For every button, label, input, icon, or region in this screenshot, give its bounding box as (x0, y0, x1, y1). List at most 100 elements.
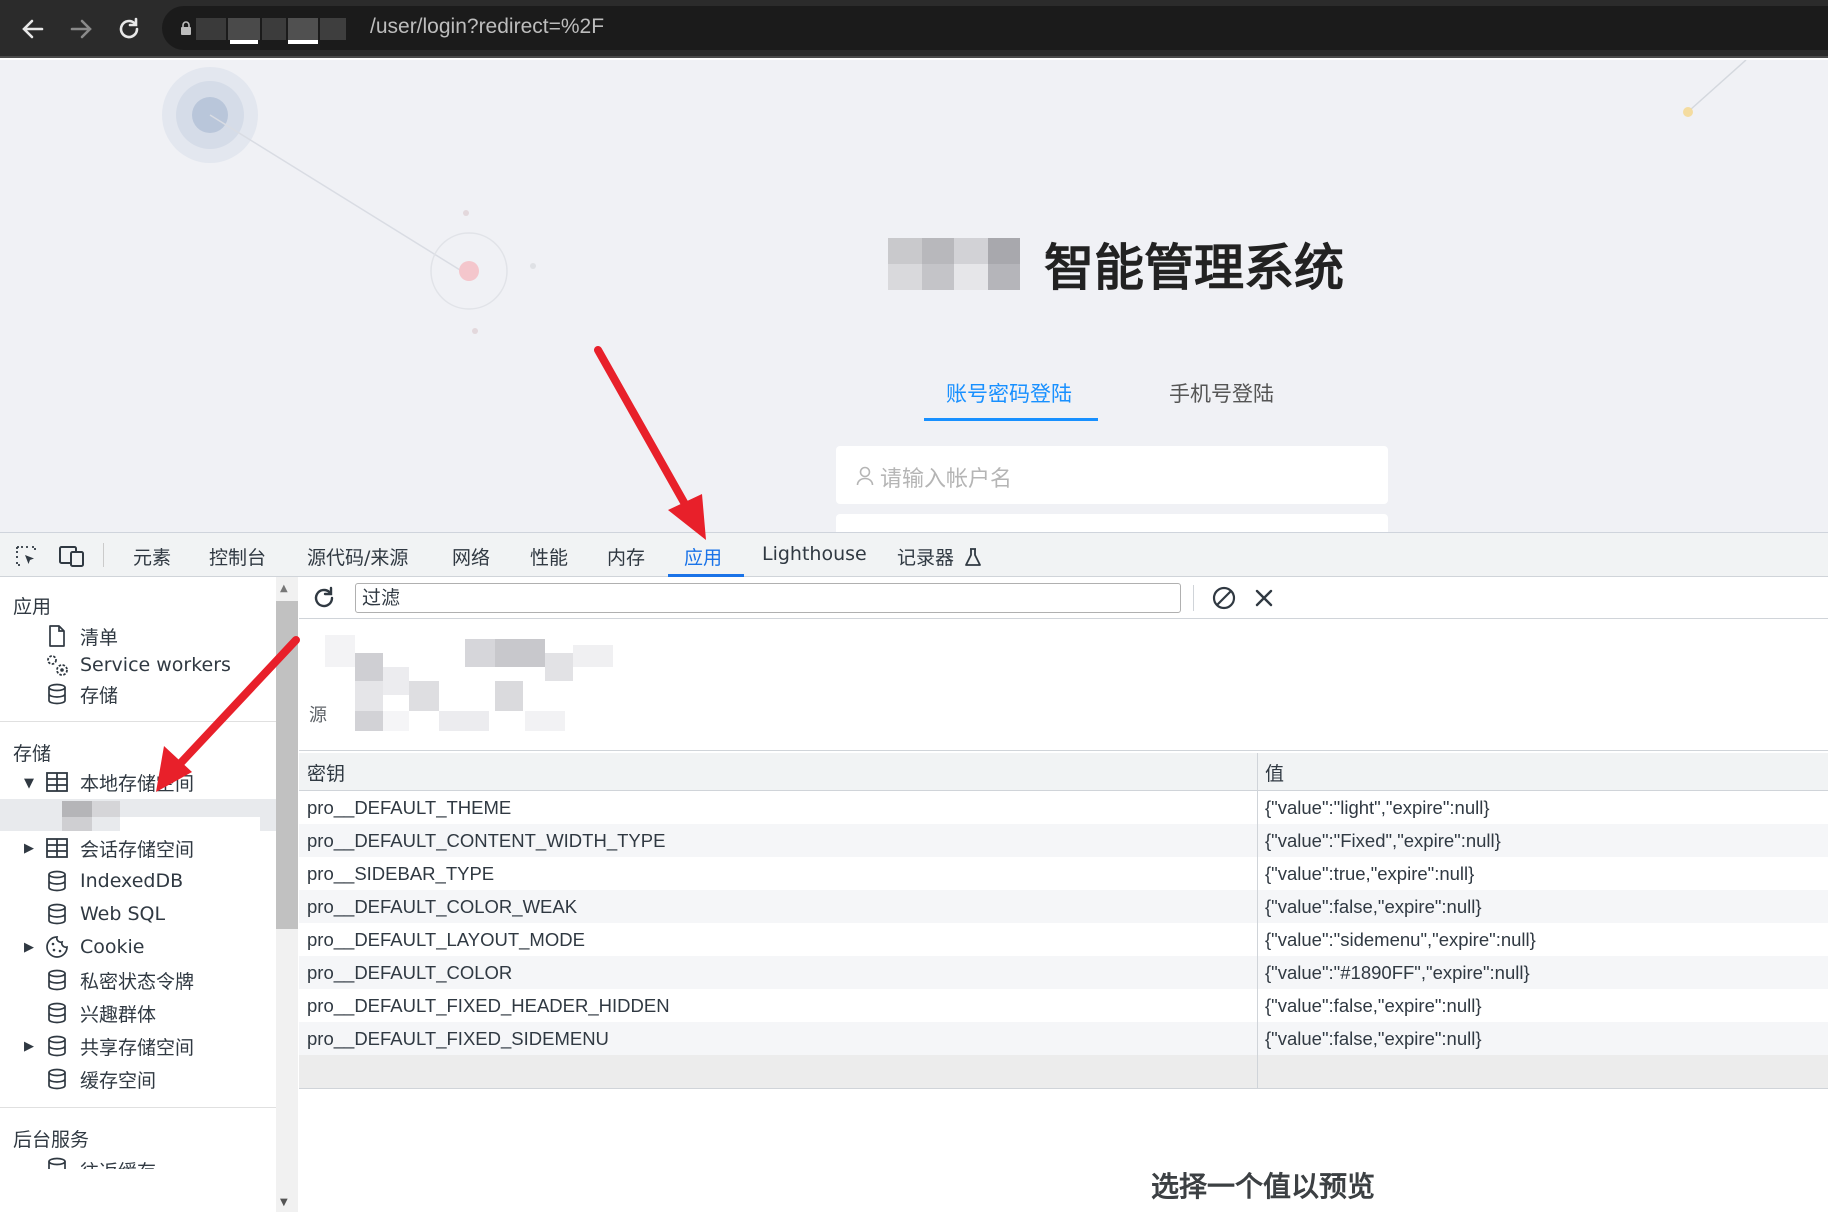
section-divider (0, 1107, 276, 1108)
sidebar-item-label: 私密状态令牌 (80, 970, 195, 993)
table-icon (44, 772, 70, 792)
row-value: {"value":false,"expire":null} (1265, 896, 1482, 917)
sidebar-item-label: 清单 (80, 626, 119, 649)
local-storage-origin-item[interactable] (0, 799, 276, 831)
password-input[interactable] (836, 514, 1388, 532)
database-icon (44, 1068, 70, 1090)
column-header-value-label: 值 (1265, 763, 1285, 785)
table-icon (44, 838, 70, 858)
row-key: pro__SIDEBAR_TYPE (307, 863, 495, 884)
column-header-value[interactable]: 值 (1257, 753, 1828, 791)
clear-all-icon[interactable] (1211, 585, 1237, 615)
login-page: 智能管理系统 账号密码登陆 手机号登陆 请输入帐户名 (0, 60, 1828, 532)
browser-toolbar: /user/login?redirect=%2F (0, 0, 1828, 58)
tab-separator (103, 543, 104, 567)
row-value: {"value":"light","expire":null} (1265, 797, 1490, 818)
application-sidebar: 应用 清单 Service workers 存储 存储 ▼ 本地存储空间 ▶ 会… (0, 577, 298, 1212)
sidebar-item-service-workers[interactable]: Service workers (44, 650, 231, 680)
sidebar-item-back-forward-cache[interactable]: 往返缓存 (44, 1157, 156, 1169)
local-storage-panel: 过滤 源 密钥 值 pro__DEFAULT_THEME {"value":"li… (299, 577, 1828, 1212)
scroll-down-icon[interactable]: ▼ (280, 1197, 288, 1208)
row-value: {"value":false,"expire":null} (1265, 995, 1482, 1016)
table-row[interactable]: pro__DEFAULT_CONTENT_WIDTH_TYPE {"value":… (299, 824, 1828, 857)
sidebar-item-manifest[interactable]: 清单 (44, 621, 118, 651)
inspect-element-icon[interactable] (14, 544, 38, 572)
expanded-triangle-icon[interactable]: ▼ (24, 776, 34, 791)
database-icon (44, 1157, 70, 1169)
tab-sources[interactable]: 源代码/来源 (307, 543, 408, 570)
sidebar-item-label: 会话存储空间 (80, 838, 195, 861)
database-icon (44, 1002, 70, 1024)
sidebar-item-label: 共享存储空间 (80, 1036, 195, 1059)
sidebar-item-label: 本地存储空间 (80, 772, 195, 795)
devtools-panel: 元素 控制台 源代码/来源 网络 性能 内存 应用 Lighthouse 记录器… (0, 532, 1828, 1212)
tab-network[interactable]: 网络 (452, 543, 490, 570)
redacted-logo (888, 238, 1020, 290)
tab-application[interactable]: 应用 (684, 543, 722, 570)
row-value: {"value":"sidemenu","expire":null} (1265, 929, 1536, 950)
cookie-icon (44, 935, 70, 959)
sidebar-item-cookie[interactable]: Cookie (44, 932, 145, 962)
table-bottom-border (299, 1088, 1828, 1089)
tab-lighthouse[interactable]: Lighthouse (762, 543, 867, 565)
collapsed-triangle-icon[interactable]: ▶ (24, 841, 34, 856)
table-row[interactable]: pro__DEFAULT_FIXED_HEADER_HIDDEN {"value"… (299, 989, 1828, 1022)
database-icon (44, 683, 70, 705)
refresh-icon[interactable] (311, 585, 337, 615)
sidebar-item-web-sql[interactable]: Web SQL (44, 899, 165, 929)
column-divider[interactable] (1257, 753, 1258, 1088)
flask-icon (965, 548, 981, 566)
device-toolbar-icon[interactable] (58, 544, 86, 572)
row-key: pro__DEFAULT_THEME (307, 797, 512, 818)
tab-phone-login[interactable]: 手机号登陆 (1169, 378, 1274, 408)
table-row[interactable]: pro__SIDEBAR_TYPE {"value":true,"expire":… (299, 857, 1828, 890)
back-button[interactable] (14, 10, 52, 48)
address-bar[interactable]: /user/login?redirect=%2F (162, 6, 1828, 50)
table-row[interactable]: pro__DEFAULT_LAYOUT_MODE {"value":"sideme… (299, 923, 1828, 956)
column-header-key[interactable]: 密钥 (299, 753, 1257, 791)
tab-account-login[interactable]: 账号密码登陆 (946, 378, 1072, 408)
table-row[interactable]: pro__DEFAULT_COLOR_WEAK {"value":false,"e… (299, 890, 1828, 923)
section-header-application: 应用 (13, 596, 52, 618)
table-row[interactable]: pro__DEFAULT_FIXED_SIDEMENU {"value":fals… (299, 1022, 1828, 1055)
tab-console[interactable]: 控制台 (209, 543, 266, 570)
sidebar-item-cache-storage[interactable]: 缓存空间 (44, 1064, 156, 1094)
sidebar-item-label: 兴趣群体 (80, 1003, 157, 1026)
sidebar-item-interest-groups[interactable]: 兴趣群体 (44, 998, 156, 1028)
delete-selected-icon[interactable] (1253, 587, 1275, 613)
redacted-host (196, 14, 366, 44)
tab-recorder[interactable]: 记录器 (897, 543, 982, 570)
sidebar-item-label: Web SQL (80, 903, 166, 925)
sidebar-item-storage[interactable]: 存储 (44, 679, 118, 709)
redacted-origin (62, 801, 260, 831)
row-value: {"value":true,"expire":null} (1265, 863, 1475, 884)
tab-elements[interactable]: 元素 (133, 543, 171, 570)
preview-placeholder: 选择一个值以预览 (1151, 1170, 1376, 1203)
row-key: pro__DEFAULT_LAYOUT_MODE (307, 929, 585, 950)
scroll-up-icon[interactable]: ▲ (280, 583, 288, 594)
sidebar-item-label: 往返缓存 (80, 1157, 156, 1169)
tab-memory[interactable]: 内存 (607, 543, 645, 570)
collapsed-triangle-icon[interactable]: ▶ (24, 1039, 34, 1054)
sidebar-item-local-storage[interactable]: 本地存储空间 (44, 767, 194, 797)
sidebar-item-indexeddb[interactable]: IndexedDB (44, 866, 183, 896)
table-row[interactable]: pro__DEFAULT_COLOR {"value":"#1890FF","ex… (299, 956, 1828, 989)
filter-input[interactable]: 过滤 (355, 583, 1181, 613)
reload-button[interactable] (110, 10, 148, 48)
tab-performance[interactable]: 性能 (530, 543, 568, 570)
sidebar-item-private-state-tokens[interactable]: 私密状态令牌 (44, 965, 194, 995)
sidebar-item-session-storage[interactable]: 会话存储空间 (44, 833, 194, 863)
empty-new-row[interactable] (299, 1055, 1828, 1088)
sidebar-item-label: Service workers (80, 654, 231, 676)
table-row[interactable]: pro__DEFAULT_THEME {"value":"light","expi… (299, 791, 1828, 824)
forward-button[interactable] (62, 10, 100, 48)
lock-icon[interactable] (180, 20, 192, 40)
sidebar-item-shared-storage[interactable]: 共享存储空间 (44, 1031, 194, 1061)
sidebar-scrollbar-thumb[interactable] (276, 601, 298, 929)
filter-placeholder: 过滤 (362, 587, 401, 609)
collapsed-triangle-icon[interactable]: ▶ (24, 940, 34, 955)
storage-toolbar: 过滤 (299, 577, 1828, 619)
username-input[interactable]: 请输入帐户名 (836, 446, 1388, 504)
section-divider (0, 721, 276, 722)
toolbar-separator (1193, 585, 1194, 611)
